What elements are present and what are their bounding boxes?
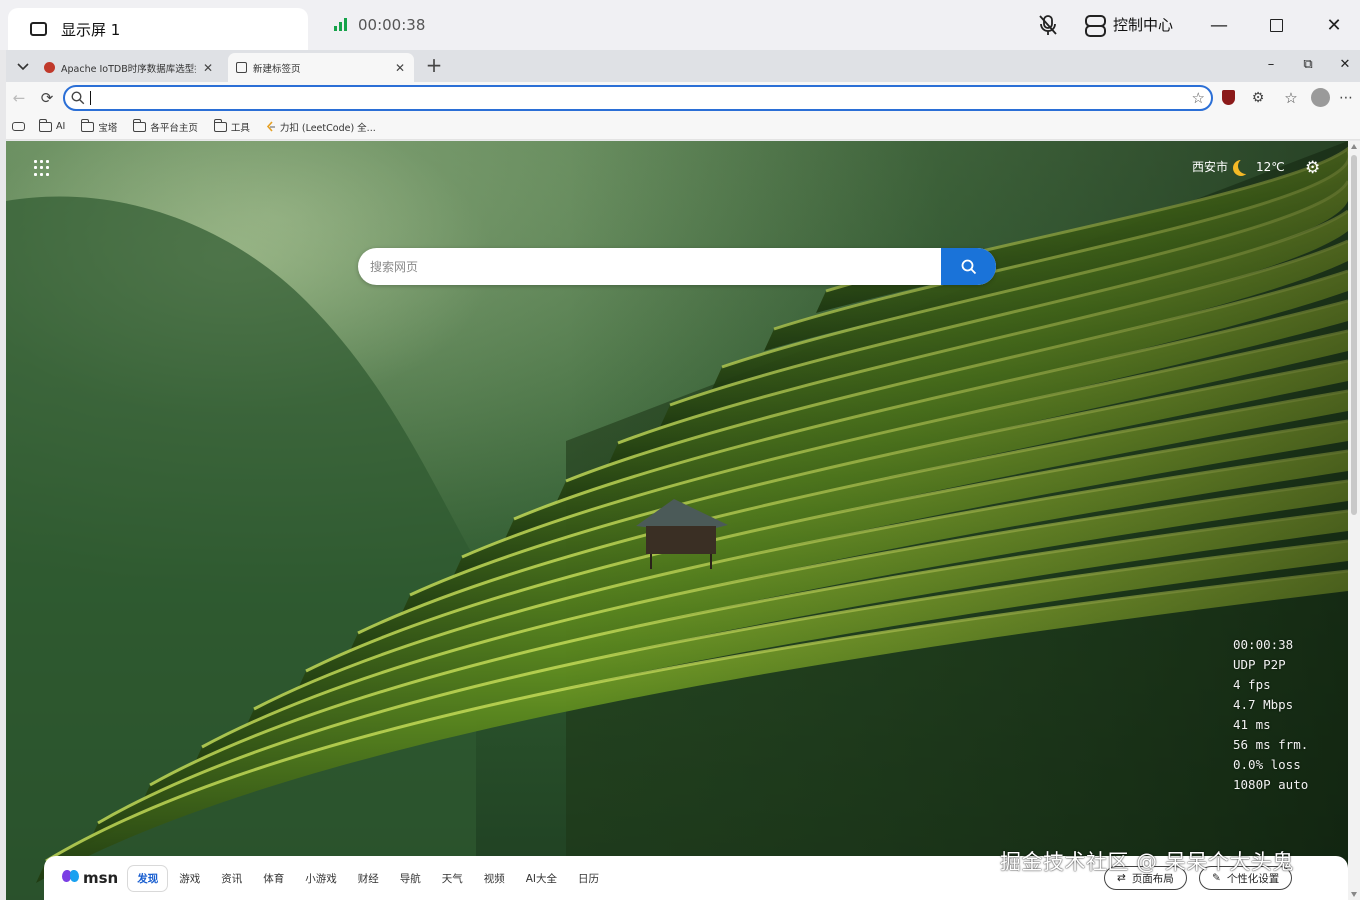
scroll-up-icon[interactable]	[1351, 144, 1357, 149]
new-tab-plus-icon[interactable]: +	[423, 53, 445, 77]
stat-line: 0.0% loss	[1233, 757, 1301, 772]
minimize-icon[interactable]: —	[1206, 12, 1232, 38]
address-input[interactable]	[89, 90, 1169, 106]
monitor-label: 显示屏 1	[61, 20, 121, 39]
browser-minimize-icon[interactable]: –	[1262, 57, 1280, 72]
leetcode-icon	[266, 120, 275, 132]
msn-butterfly-icon	[62, 870, 80, 886]
scroll-down-icon[interactable]	[1351, 892, 1357, 897]
page-scrollbar[interactable]	[1348, 141, 1360, 900]
nav-news[interactable]: 资讯	[212, 866, 251, 891]
bookmark-folder-platforms[interactable]: 各平台主页	[133, 118, 198, 134]
tab-list-button[interactable]	[12, 56, 34, 78]
extensions-puzzle-icon[interactable]: ⚙	[1248, 88, 1268, 108]
control-center-icon	[1085, 14, 1106, 37]
bookmark-leetcode[interactable]: 力扣 (LeetCode) 全...	[266, 120, 376, 134]
tab-label: Apache IoTDB时序数据库选型指南	[61, 63, 196, 75]
scrollbar-thumb[interactable]	[1351, 155, 1357, 515]
nav-video[interactable]: 视频	[475, 866, 514, 891]
folder-icon	[81, 118, 95, 132]
maximize-icon[interactable]	[1263, 12, 1289, 38]
nav-navigation[interactable]: 导航	[391, 866, 430, 891]
weather-city: 西安市	[1192, 160, 1229, 174]
monitor-icon	[30, 22, 47, 36]
ublock-extension-icon[interactable]	[1222, 90, 1235, 105]
close-tab-icon[interactable]: ✕	[394, 61, 406, 75]
control-center-button[interactable]: 控制中心	[1085, 14, 1174, 37]
browser-tab-strip: Apache IoTDB时序数据库选型指南 ✕ 新建标签页 ✕ + – ⧉ ✕	[6, 50, 1360, 82]
close-icon[interactable]: ✕	[1321, 12, 1347, 38]
new-tab-page: 西安市 12℃ ⚙ 00:00:38 UDP P2P 4 fps 4.7 Mbp…	[6, 141, 1348, 900]
bookmark-label: 宝塔	[98, 122, 118, 134]
nav-sports[interactable]: 体育	[254, 866, 293, 891]
bookmark-label: 各平台主页	[150, 122, 198, 134]
browser-close-icon[interactable]: ✕	[1336, 57, 1354, 72]
nav-games[interactable]: 游戏	[170, 866, 209, 891]
nav-mini-games[interactable]: 小游戏	[296, 866, 346, 891]
collections-icon[interactable]	[12, 122, 25, 131]
msn-logo[interactable]: msn	[62, 869, 118, 887]
apps-launcher-icon[interactable]	[34, 160, 50, 176]
search-icon	[961, 259, 976, 274]
page-settings-gear-icon[interactable]: ⚙	[1305, 158, 1320, 178]
site-favicon-icon	[44, 62, 55, 73]
tab-iotdb-guide[interactable]: Apache IoTDB时序数据库选型指南 ✕	[36, 53, 222, 82]
session-time: 00:00:38	[358, 16, 426, 34]
stream-stats-overlay: 00:00:38 UDP P2P 4 fps 4.7 Mbps 41 ms 56…	[1233, 635, 1308, 795]
web-search-box	[358, 248, 996, 285]
bookmark-label: 工具	[230, 122, 250, 134]
remote-desktop-bar: 显示屏 1 00:00:38 控制中心 — ✕	[0, 0, 1360, 50]
profile-avatar[interactable]	[1311, 88, 1330, 107]
bookmark-folder-baota[interactable]: 宝塔	[81, 118, 118, 134]
signal-icon	[334, 18, 347, 31]
stat-line: 1080P auto	[1233, 777, 1309, 792]
folder-icon	[133, 118, 147, 132]
bookmark-label: AI	[56, 121, 66, 132]
address-bar[interactable]: ☆	[63, 85, 1213, 111]
stat-line: 4.7 Mbps	[1233, 697, 1294, 712]
control-center-label: 控制中心	[1113, 16, 1174, 34]
stat-line: 00:00:38	[1233, 637, 1294, 652]
close-tab-icon[interactable]: ✕	[202, 61, 214, 75]
bookmark-label: 力扣 (LeetCode) 全...	[279, 122, 376, 134]
moon-icon	[1238, 158, 1254, 174]
stat-line: 56 ms frm.	[1233, 737, 1309, 752]
search-button[interactable]	[941, 248, 996, 285]
tab-new-tab[interactable]: 新建标签页 ✕	[228, 53, 414, 82]
search-icon	[71, 91, 85, 105]
back-arrow-icon[interactable]: ←	[9, 88, 29, 108]
bookmarks-bar: AI 宝塔 各平台主页 工具 力扣 (LeetCode) 全...	[6, 114, 1360, 140]
watermark-text: 掘金技术社区 @ 呆呆个大头鬼	[1000, 850, 1294, 874]
browser-restore-icon[interactable]: ⧉	[1299, 57, 1317, 72]
web-search-input[interactable]	[370, 258, 930, 276]
msn-logo-text: msn	[83, 869, 119, 887]
browser-toolbar: ← ⟳ ☆ ⚙ ☆ ⋯	[6, 82, 1360, 114]
text-cursor	[90, 91, 91, 105]
more-options-icon[interactable]: ⋯	[1336, 88, 1356, 108]
stat-line: 4 fps	[1233, 677, 1271, 692]
tab-label: 新建标签页	[253, 63, 301, 75]
bookmark-folder-tools[interactable]: 工具	[213, 118, 250, 134]
nav-discover[interactable]: 发现	[128, 865, 168, 891]
nav-ai[interactable]: AI大全	[517, 866, 566, 891]
nav-finance[interactable]: 财经	[349, 866, 388, 891]
weather-widget[interactable]: 西安市 12℃	[1192, 158, 1285, 175]
monitor-tab[interactable]: 显示屏 1	[8, 8, 308, 50]
favorite-star-icon[interactable]: ☆	[1192, 89, 1205, 107]
new-tab-favicon-icon	[236, 62, 247, 73]
bookmark-folder-ai[interactable]: AI	[38, 118, 66, 132]
weather-temperature: 12℃	[1256, 159, 1285, 174]
folder-icon	[38, 118, 52, 132]
stat-line: UDP P2P	[1233, 657, 1286, 672]
stat-line: 41 ms	[1233, 717, 1271, 732]
nav-weather[interactable]: 天气	[433, 866, 472, 891]
favorites-icon[interactable]: ☆	[1281, 88, 1301, 108]
folder-icon	[213, 118, 227, 132]
microphone-muted-icon[interactable]	[1038, 14, 1058, 36]
refresh-icon[interactable]: ⟳	[37, 88, 57, 108]
nav-calendar[interactable]: 日历	[569, 866, 608, 891]
